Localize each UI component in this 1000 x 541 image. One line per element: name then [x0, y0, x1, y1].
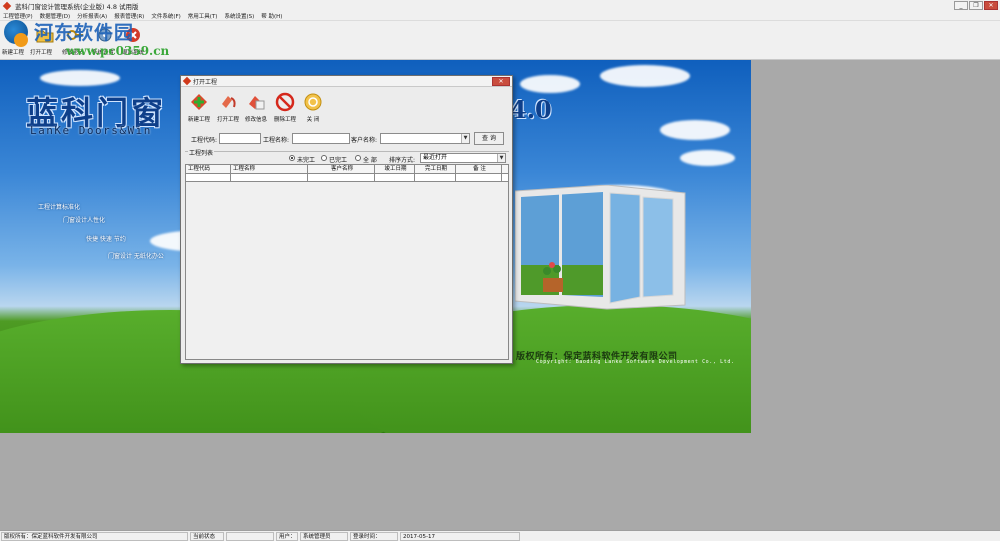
table-row[interactable]: [186, 174, 508, 182]
open-project-tool-button[interactable]: 打开工程: [213, 92, 243, 123]
minimize-button[interactable]: _: [954, 1, 968, 10]
app-title: 蓝科门窗设计管理系统(企业版) 4.8 试用版: [15, 2, 139, 11]
delete-project-icon: [275, 92, 295, 112]
radio-finished[interactable]: [321, 155, 327, 161]
cloud-shape: [660, 120, 730, 140]
project-table[interactable]: 工程代码 工程名称 客户名称 竣工日期 完工日期 备 注: [185, 164, 509, 360]
new-project-icon: [189, 92, 209, 112]
cloud-shape: [600, 65, 690, 87]
menu-help[interactable]: 帮 助(H): [261, 12, 282, 20]
splash-slogan: 门窗设计 无纸化办公: [108, 253, 164, 260]
close-icon: [303, 92, 323, 112]
table-header: 工程代码 工程名称 客户名称 竣工日期 完工日期 备 注: [186, 165, 508, 174]
watermark-logo-accent-icon: [14, 33, 28, 47]
radio-all[interactable]: [355, 155, 361, 161]
menu-settings[interactable]: 系统设置(S): [224, 12, 254, 20]
status-owner: 版权所有：保定蓝科软件开发有限公司: [1, 532, 188, 541]
delete-project-tool-button[interactable]: 删除工程: [270, 92, 300, 123]
cloud-shape: [40, 70, 120, 86]
splash-subtitle: LanKe Doors&Win: [30, 124, 152, 137]
status-state-label: 当前状态: [190, 532, 224, 541]
new-project-tool-label: 新建工程: [187, 117, 210, 123]
splash-slogan: 门窗设计人性化: [63, 217, 106, 224]
table-cell: [375, 174, 415, 181]
watermark-name: 河东软件园: [34, 22, 135, 44]
splash-slogan: 工程计算标准化: [38, 204, 81, 211]
project-name-label: 工程名称:: [263, 137, 290, 144]
restore-button[interactable]: ❐: [969, 1, 983, 10]
chevron-down-icon: ▼: [461, 134, 469, 143]
status-login-label: 登录时间：: [350, 532, 398, 541]
table-cell: [456, 174, 502, 181]
status-state-value: [226, 532, 274, 541]
column-header[interactable]: 工程代码: [186, 165, 231, 173]
splash-copyright-en: Copyright: Baoding Lanke Software Develo…: [536, 359, 735, 365]
close-window-button[interactable]: ✕: [984, 1, 998, 10]
table-cell: [415, 174, 456, 181]
project-code-input[interactable]: [219, 133, 261, 144]
customer-name-select[interactable]: ▼: [380, 133, 470, 144]
cloud-shape: [680, 150, 735, 166]
app-logo-icon: [2, 1, 12, 10]
table-cell: [308, 174, 375, 181]
status-bar: 版权所有：保定蓝科软件开发有限公司 当前状态 用户： 系统管理员 登录时间： 2…: [0, 530, 1000, 541]
status-user-label: 用户：: [276, 532, 298, 541]
splash-slogan: 快捷 快速 节约: [86, 236, 126, 243]
edit-info-tool-label: 修改信息: [244, 117, 267, 123]
watermark-url: www.pc0359.cn: [66, 44, 170, 58]
close-dialog-tool-label: 关 闭: [306, 117, 320, 123]
chevron-down-icon: ▼: [497, 154, 505, 162]
edit-info-icon: [246, 92, 266, 112]
open-project-icon: [218, 92, 238, 112]
dialog-titlebar: 打开工程 ✕: [181, 76, 512, 87]
radio-unfinished[interactable]: [289, 155, 295, 161]
sort-label: 排序方式:: [389, 157, 416, 164]
window-illustration: [514, 184, 690, 310]
dialog-toolbar: 新建工程 打开工程 修改信息 删除工程 关 闭: [181, 88, 512, 128]
open-project-tool-label: 打开工程: [216, 117, 239, 123]
group-divider: [185, 151, 509, 152]
table-cell: [231, 174, 308, 181]
close-dialog-tool-button[interactable]: 关 闭: [298, 92, 328, 123]
edit-info-tool-button[interactable]: 修改信息: [241, 92, 271, 123]
dialog-title: 打开工程: [193, 78, 218, 86]
customer-name-label: 客户名称:: [351, 137, 378, 144]
project-name-input[interactable]: [292, 133, 350, 144]
app-titlebar: 蓝科门窗设计管理系统(企业版) 4.8 试用版 _ ❐ ✕: [0, 0, 1000, 11]
radio-all-label: 全 部: [363, 157, 377, 164]
dialog-close-button[interactable]: ✕: [492, 77, 510, 86]
column-header[interactable]: 竣工日期: [375, 165, 415, 173]
sort-select[interactable]: 最近打开 ▼: [420, 153, 506, 163]
delete-project-tool-label: 删除工程: [273, 117, 296, 123]
column-header[interactable]: 备 注: [456, 165, 502, 173]
radio-unfinished-label: 未完工: [297, 157, 316, 164]
project-code-label: 工程代码:: [191, 137, 218, 144]
radio-finished-label: 已完工: [329, 157, 348, 164]
dialog-app-icon: [182, 76, 192, 86]
column-header[interactable]: 完工日期: [415, 165, 456, 173]
sort-value: 最近打开: [423, 154, 448, 161]
cloud-shape: [520, 75, 580, 93]
open-project-dialog: 打开工程 ✕ 新建工程 打开工程 修改信息 删除工程 关 闭 工程代码: 工程名…: [180, 75, 513, 364]
search-row: 工程代码: 工程名称: 客户名称: ▼ 查 询: [181, 132, 512, 146]
table-cell: [186, 174, 231, 181]
splash-version: 4.0: [510, 95, 552, 124]
status-user-value: 系统管理员: [300, 532, 348, 541]
query-button[interactable]: 查 询: [474, 132, 504, 145]
column-header[interactable]: 客户名称: [308, 165, 375, 173]
filter-row: 未完工 已完工 全 部 排序方式: 最近打开 ▼: [181, 153, 512, 164]
new-project-tool-button[interactable]: 新建工程: [184, 92, 214, 123]
status-login-value: 2017-05-17: [400, 532, 520, 541]
column-header[interactable]: 工程名称: [231, 165, 308, 173]
window-controls: _ ❐ ✕: [954, 1, 998, 10]
